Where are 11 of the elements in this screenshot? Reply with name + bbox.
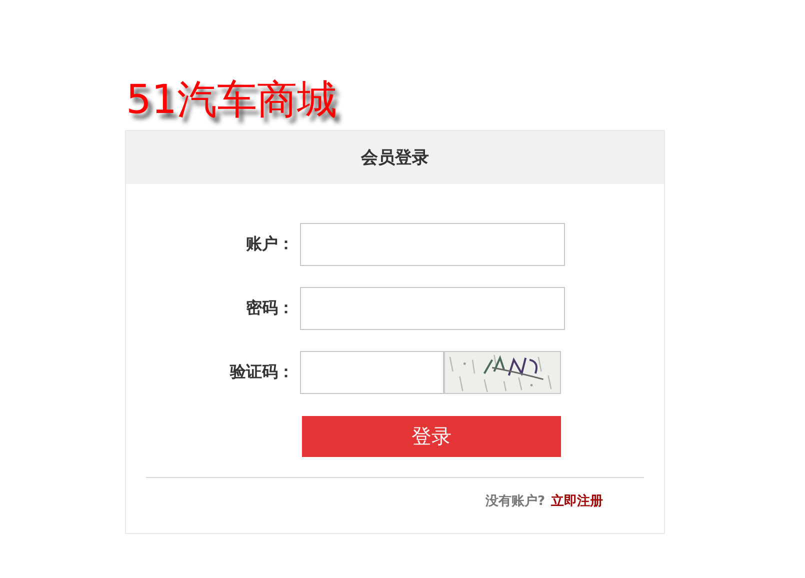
field-label: 密码： xyxy=(245,298,294,319)
field-label: 账户： xyxy=(245,234,294,255)
panel-title: 会员登录 xyxy=(361,147,429,169)
account-field[interactable] xyxy=(300,223,565,266)
field-label: 验证码： xyxy=(228,362,294,383)
register-prompt: 没有账户? xyxy=(485,492,545,510)
password-field[interactable] xyxy=(300,287,565,330)
login-button[interactable]: 登录 xyxy=(302,416,561,457)
captcha-field[interactable] xyxy=(300,351,444,394)
register-link[interactable]: 立即注册 xyxy=(551,492,603,510)
site-logo: 51汽车商城 xyxy=(126,76,337,124)
